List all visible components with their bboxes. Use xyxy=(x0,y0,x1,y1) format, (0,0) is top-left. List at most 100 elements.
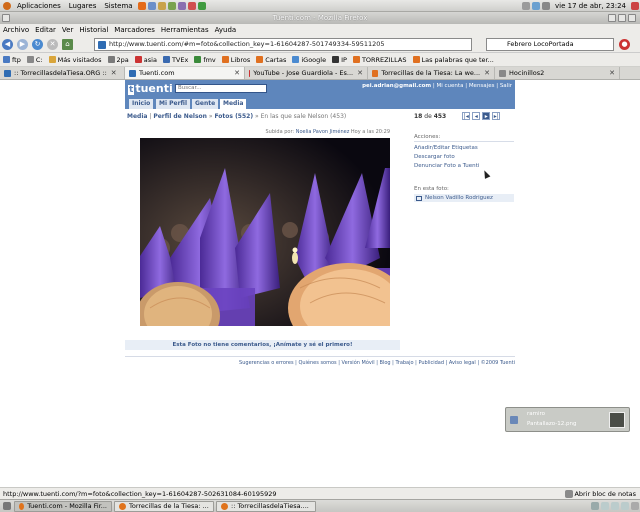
bookmark-ftp[interactable]: ftp xyxy=(3,56,21,64)
bookmark-cartas[interactable]: Cartas xyxy=(256,56,286,64)
report-photo-link[interactable]: Denunciar Foto a Tuenti xyxy=(414,163,514,169)
menu-archivo[interactable]: Archivo xyxy=(3,26,29,34)
breadcrumb-photos[interactable]: Fotos (552) xyxy=(214,113,253,120)
bookmark-mas-visitados[interactable]: Más visitados xyxy=(48,56,102,64)
tab-youtube[interactable]: YouTube - Jose Guardiola - Es... ✕ xyxy=(245,67,368,79)
menu-sistema[interactable]: Sistema xyxy=(104,2,132,10)
breadcrumb-media[interactable]: Media xyxy=(127,113,147,120)
tagged-person[interactable]: Nelson Vadillo Rodriguez xyxy=(414,194,514,202)
prev-page-icon[interactable]: ◂ xyxy=(472,112,481,120)
forward-arrow-icon[interactable]: ▶ xyxy=(17,38,28,50)
task-torrecillas-blog[interactable]: Torrecillas de la Tiesa: ... xyxy=(114,500,214,512)
menu-herramientas[interactable]: Herramientas xyxy=(161,26,209,34)
workspace-1-icon[interactable] xyxy=(591,502,599,510)
footer-quienes[interactable]: Quiénes somos xyxy=(298,360,336,366)
tab-inicio[interactable]: Inicio xyxy=(129,99,154,109)
workspace-2-icon[interactable] xyxy=(601,502,609,510)
footer-sugerencias[interactable]: Sugerencias o errores xyxy=(239,360,294,366)
tab-gente[interactable]: Gente xyxy=(192,99,219,109)
menu-marcadores[interactable]: Marcadores xyxy=(114,26,155,34)
close-window-icon[interactable] xyxy=(628,14,636,22)
adblock-icon[interactable]: ● xyxy=(619,39,630,50)
tuenti-search-input[interactable]: Buscar... xyxy=(175,84,267,93)
network-icon[interactable] xyxy=(522,1,531,10)
window-menu-icon[interactable] xyxy=(2,14,10,22)
clock[interactable]: vie 17 de abr, 23:24 xyxy=(555,2,626,10)
footer-aviso[interactable]: Aviso legal xyxy=(449,360,476,366)
task-tuenti-firefox[interactable]: Tuenti.com - Mozilla Fir... xyxy=(14,500,112,512)
bookmark-ip[interactable]: IP xyxy=(332,56,347,64)
bookmark-igoogle[interactable]: iGoogle xyxy=(292,56,326,64)
back-arrow-icon[interactable]: ◀ xyxy=(2,38,13,50)
close-tab-icon[interactable]: ✕ xyxy=(609,69,615,77)
menu-historial[interactable]: Historial xyxy=(79,26,108,34)
breadcrumb-profile[interactable]: Perfil de Nelson xyxy=(153,113,207,120)
bookmark-libros[interactable]: Libros xyxy=(221,56,250,64)
tab-torrecillas-blog[interactable]: Torrecillas de la Tiesa: La we... ✕ xyxy=(368,67,495,79)
tab-mi-perfil[interactable]: Mi Perfil xyxy=(156,99,191,109)
uploader-link[interactable]: Noelia Pavon Jiménez xyxy=(296,129,350,135)
maximize-icon[interactable] xyxy=(618,14,626,22)
download-photo-link[interactable]: Descargar foto xyxy=(414,154,514,160)
close-tab-icon[interactable]: ✕ xyxy=(111,69,117,77)
mail-launcher-icon[interactable] xyxy=(147,1,156,10)
media-launcher-icon[interactable] xyxy=(187,1,196,10)
home-icon[interactable]: ⌂ xyxy=(62,38,73,50)
salir-link[interactable]: Salir xyxy=(500,83,512,89)
footer-blog[interactable]: Blog xyxy=(380,360,391,366)
notification-popup[interactable]: ramiro Pantallazo-12.png xyxy=(505,407,630,432)
update-icon[interactable] xyxy=(532,1,541,10)
footer-movil[interactable]: Versión Móvil xyxy=(342,360,375,366)
mi-cuenta-link[interactable]: Mi cuenta xyxy=(437,83,464,89)
menu-lugares[interactable]: Lugares xyxy=(69,2,97,10)
first-page-icon[interactable]: |◂ xyxy=(462,112,471,120)
bookmark-tvex[interactable]: TVEx xyxy=(162,56,188,64)
edit-tags-link[interactable]: Añadir/Editar Etiquetas xyxy=(414,145,514,151)
notes-icon[interactable] xyxy=(565,489,574,498)
tuenti-logo[interactable]: t tuenti xyxy=(128,82,173,95)
ubuntu-logo-icon[interactable] xyxy=(3,1,11,10)
workspace-4-icon[interactable] xyxy=(621,502,629,510)
menu-editar[interactable]: Editar xyxy=(35,26,56,34)
trash-icon[interactable] xyxy=(631,502,639,510)
main-photo[interactable] xyxy=(140,138,390,326)
bookmark-2pa[interactable]: 2pa xyxy=(107,56,129,64)
bookmark-fmv[interactable]: fmv xyxy=(194,56,216,64)
app-launcher-icon[interactable] xyxy=(197,1,206,10)
mensajes-link[interactable]: Mensajes xyxy=(469,83,495,89)
menu-ayuda[interactable]: Ayuda xyxy=(215,26,237,34)
files-launcher-icon[interactable] xyxy=(157,1,166,10)
search-bar[interactable]: Febrero LocoPortada xyxy=(486,38,614,51)
bookmark-asia[interactable]: asia xyxy=(134,56,157,64)
minimize-icon[interactable] xyxy=(608,14,616,22)
bookmark-las-palabras[interactable]: Las palabras que ter... xyxy=(412,56,494,64)
bookmark-torrezillas[interactable]: TORREZILLAS xyxy=(352,56,407,64)
terminal-launcher-icon[interactable] xyxy=(167,1,176,10)
tab-media[interactable]: Media xyxy=(220,99,247,109)
workspace-3-icon[interactable] xyxy=(611,502,619,510)
footer-trabajo[interactable]: Trabajo xyxy=(395,360,413,366)
chat-launcher-icon[interactable] xyxy=(177,1,186,10)
close-tab-icon[interactable]: ✕ xyxy=(234,69,240,77)
footer-publicidad[interactable]: Publicidad xyxy=(418,360,444,366)
tab-tuenti[interactable]: Tuenti.com ✕ xyxy=(125,67,245,79)
user-email[interactable]: pei.adrian@gmail.com xyxy=(362,83,431,89)
menu-ver[interactable]: Ver xyxy=(62,26,73,34)
menu-aplicaciones[interactable]: Aplicaciones xyxy=(17,2,61,10)
show-desktop-icon[interactable] xyxy=(3,502,11,510)
task-torrecillas-org[interactable]: :: TorrecillasdelaTiesa.... xyxy=(216,500,316,512)
open-notes-link[interactable]: Abrir bloc de notas xyxy=(574,490,636,498)
power-icon[interactable] xyxy=(631,1,639,10)
firefox-launcher-icon[interactable] xyxy=(137,1,146,10)
url-bar[interactable]: http://www.tuenti.com/#m=foto&collection… xyxy=(94,38,472,51)
close-tab-icon[interactable]: ✕ xyxy=(484,69,490,77)
bookmark-c[interactable]: C: xyxy=(26,56,43,64)
volume-icon[interactable] xyxy=(542,1,551,10)
close-tab-icon[interactable]: ✕ xyxy=(357,69,363,77)
tab-hocinillos[interactable]: Hocinillos2 ✕ xyxy=(495,67,620,79)
tab-torrecillas-org[interactable]: :: TorrecillasdelaTiesa.ORG :: ✕ xyxy=(0,67,125,79)
reload-icon[interactable]: ↻ xyxy=(32,38,43,50)
stop-icon[interactable]: ✕ xyxy=(47,38,58,50)
next-page-icon[interactable]: ▸ xyxy=(482,112,491,120)
last-page-icon[interactable]: ▸| xyxy=(492,112,501,120)
